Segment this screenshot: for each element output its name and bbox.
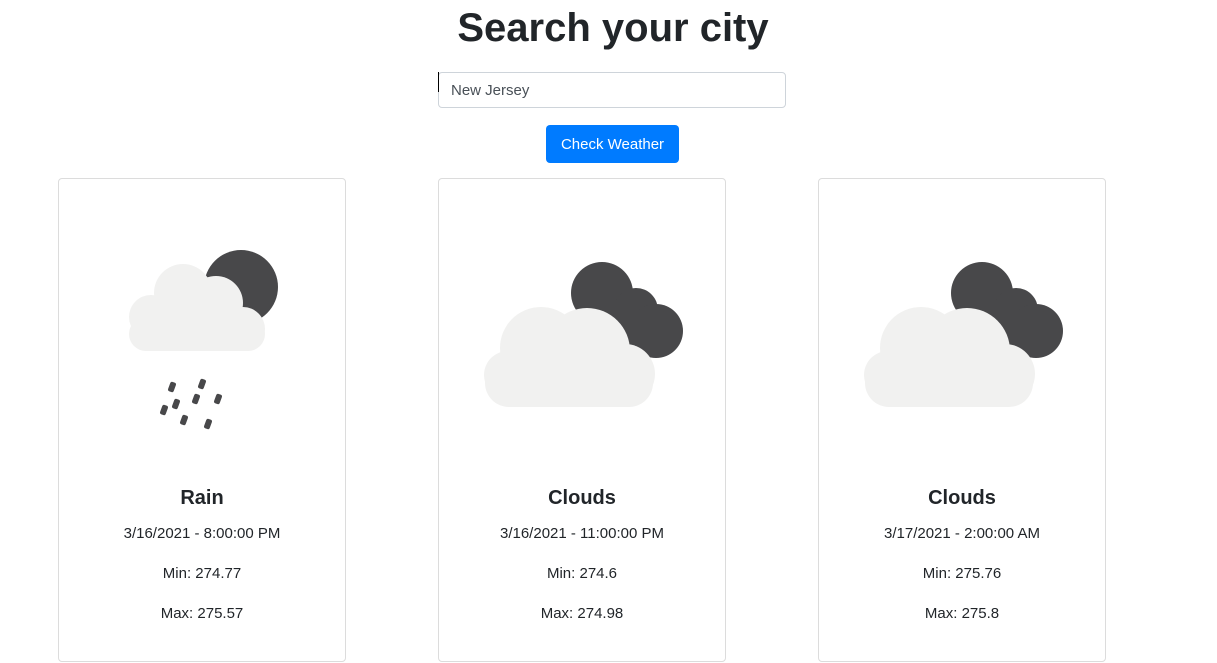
card-condition: Rain (180, 487, 224, 509)
card-datetime: 3/16/2021 - 8:00:00 PM (123, 525, 281, 542)
card-max-temp: Max: 274.98 (540, 605, 624, 622)
card-condition: Clouds (928, 487, 996, 509)
card-max-temp: Max: 275.8 (924, 605, 1000, 622)
check-weather-button[interactable]: Check Weather (546, 125, 679, 163)
card-min-temp: Min: 274.77 (162, 565, 242, 582)
card-min-temp: Min: 274.6 (546, 565, 618, 582)
night-clouds-icon (864, 262, 1063, 407)
card-datetime: 3/17/2021 - 2:00:00 AM (884, 525, 1040, 542)
page-title: Search your city (457, 6, 769, 50)
night-clouds-icon (484, 262, 683, 407)
weather-card: Rain 3/16/2021 - 8:00:00 PM Min: 274.77 … (58, 178, 346, 662)
weather-card: Clouds 3/17/2021 - 2:00:00 AM Min: 275.7… (818, 178, 1106, 662)
page: Search your city Check Weather (0, 0, 1217, 663)
city-search-input[interactable] (438, 72, 786, 108)
card-max-temp: Max: 275.57 (160, 605, 244, 622)
text-caret (438, 72, 439, 92)
weather-card: Clouds 3/16/2021 - 11:00:00 PM Min: 274.… (438, 178, 726, 662)
card-condition: Clouds (548, 487, 616, 509)
card-datetime: 3/16/2021 - 11:00:00 PM (499, 525, 664, 542)
card-min-temp: Min: 275.76 (922, 565, 1002, 582)
night-rain-icon (129, 250, 278, 430)
